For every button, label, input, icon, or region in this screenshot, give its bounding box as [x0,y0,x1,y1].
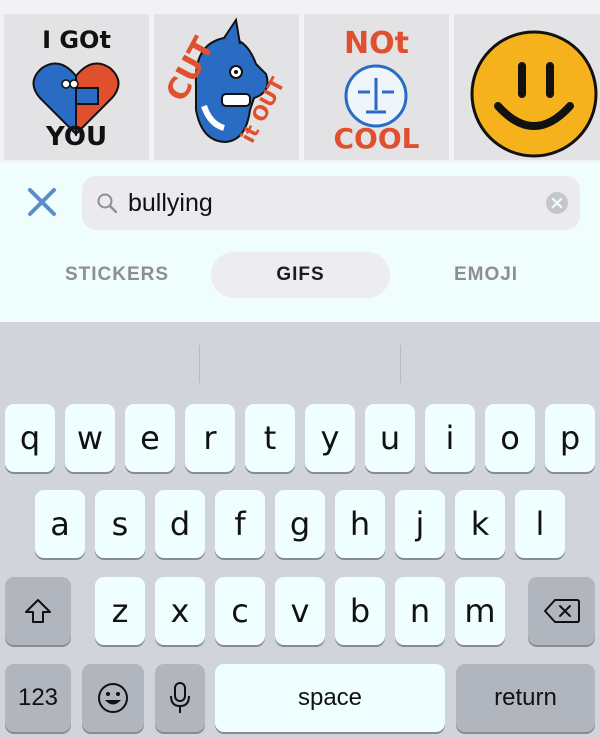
key-q[interactable]: q [5,404,55,472]
shift-icon [25,599,51,623]
mic-icon [170,682,190,713]
key-l[interactable]: l [515,490,565,558]
sticker-smiley[interactable] [454,14,600,160]
key-x[interactable]: x [155,577,205,645]
key-z[interactable]: z [95,577,145,645]
shift-key[interactable] [5,577,71,645]
return-key[interactable]: return [456,664,595,732]
key-h[interactable]: h [335,490,385,558]
close-button[interactable] [22,182,62,222]
numbers-key[interactable]: 123 [5,664,71,732]
search-icon [97,193,118,214]
key-u[interactable]: u [365,404,415,472]
return-key-label: return [494,684,557,711]
backspace-icon [543,599,580,623]
key-s[interactable]: s [95,490,145,558]
key-j[interactable]: j [395,490,445,558]
key-k[interactable]: k [455,490,505,558]
key-a[interactable]: a [35,490,85,558]
search-input[interactable] [128,186,528,220]
emoji-key[interactable] [82,664,144,732]
sticker-text-bottom: YOU [45,122,108,152]
key-t[interactable]: t [245,404,295,472]
close-icon [28,188,56,216]
sticker-text-bottom: COOL [333,122,420,155]
key-p[interactable]: p [545,404,595,472]
sticker-cut-it-out[interactable]: CUT it OUT [154,14,299,160]
key-n[interactable]: n [395,577,445,645]
key-g[interactable]: g [275,490,325,558]
content-type-tabs: STICKERS GIFS EMOJI [0,252,600,302]
key-i[interactable]: i [425,404,475,472]
sticker-not-cool[interactable]: NOt COOL [304,14,449,160]
sticker-strip: I GOt YOU CUT it OUT NOt COOL [0,0,600,162]
clear-search-button[interactable] [546,192,568,214]
key-r[interactable]: r [185,404,235,472]
key-b[interactable]: b [335,577,385,645]
numbers-key-label: 123 [17,684,59,711]
search-field[interactable] [82,176,580,230]
key-v[interactable]: v [275,577,325,645]
backspace-key[interactable] [528,577,595,645]
smiley-icon [470,30,598,158]
key-f[interactable]: f [215,490,265,558]
key-y[interactable]: y [305,404,355,472]
dictation-key[interactable] [155,664,205,732]
space-key[interactable]: space [215,664,445,732]
emoji-icon [98,683,128,713]
key-d[interactable]: d [155,490,205,558]
clear-icon [551,197,563,209]
suggestion-divider [199,345,200,383]
key-w[interactable]: w [65,404,115,472]
key-c[interactable]: c [215,577,265,645]
tab-emoji[interactable]: EMOJI [404,252,568,298]
key-m[interactable]: m [455,577,505,645]
tab-stickers[interactable]: STICKERS [36,252,198,298]
suggestion-divider [400,345,401,383]
key-o[interactable]: o [485,404,535,472]
key-e[interactable]: e [125,404,175,472]
space-key-label: space [297,684,363,711]
sticker-i-got-you[interactable]: I GOt YOU [4,14,149,160]
tab-gifs[interactable]: GIFS [211,252,390,298]
